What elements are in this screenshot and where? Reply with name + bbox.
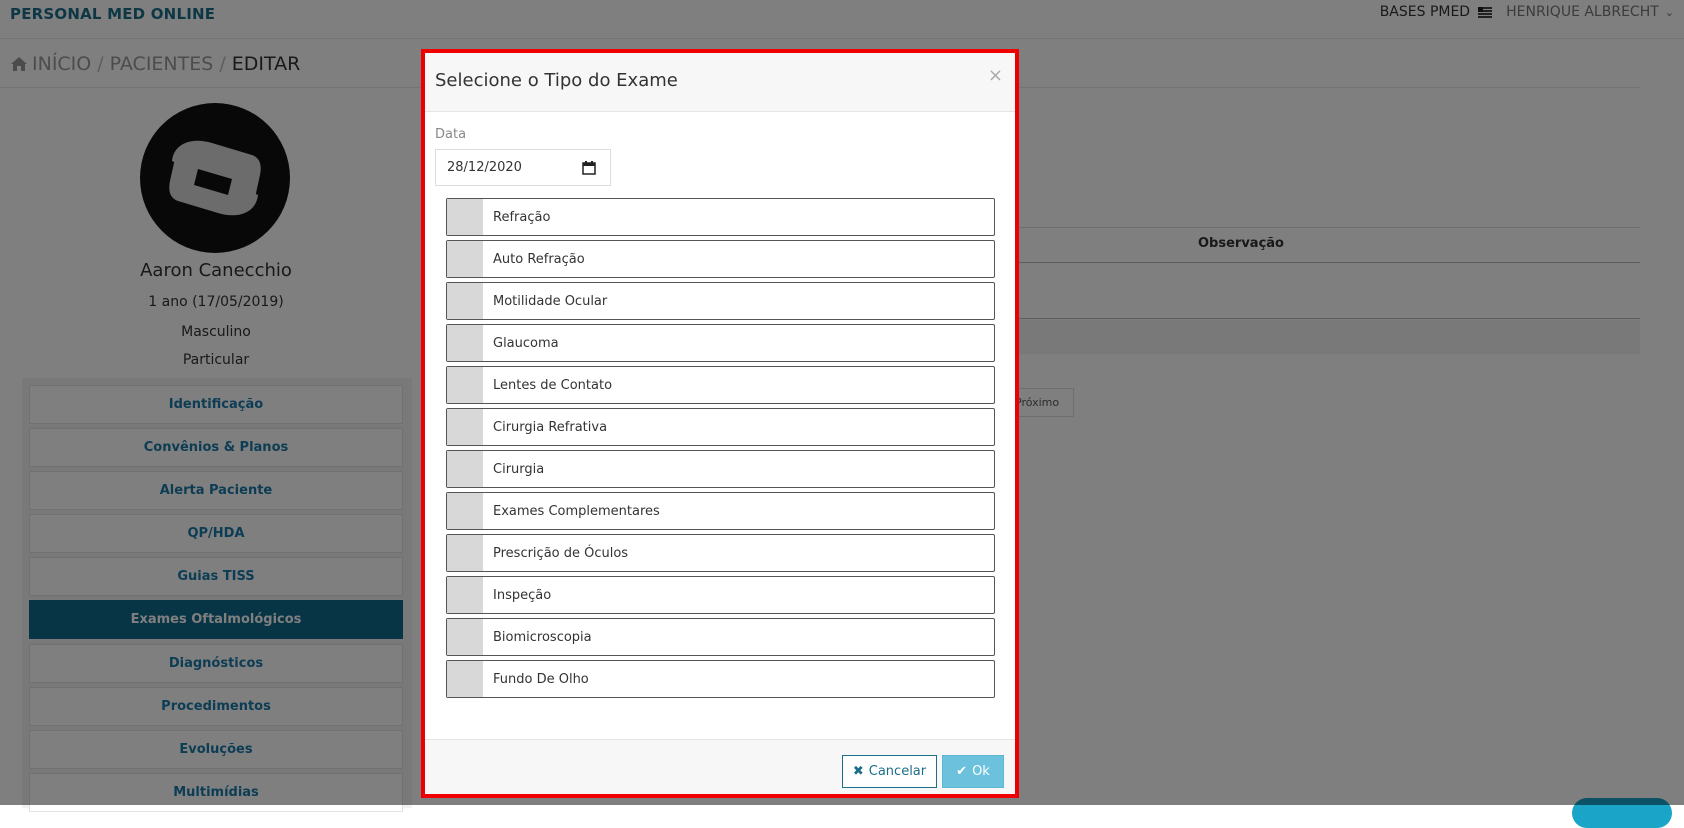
date-field[interactable]: 28/12/2020 (435, 149, 611, 186)
exam-type-label: Prescrição de Óculos (493, 545, 629, 561)
exam-type-label: Glaucoma (493, 335, 559, 351)
ok-button[interactable]: ✔ Ok (942, 755, 1004, 788)
toggle-switch[interactable] (447, 661, 483, 697)
toggle-switch[interactable] (447, 451, 483, 487)
calendar-icon[interactable] (582, 161, 596, 175)
date-value: 28/12/2020 (447, 160, 522, 175)
toggle-switch[interactable] (447, 199, 483, 235)
exam-type-option[interactable]: Prescrição de Óculos (446, 534, 995, 572)
check-icon: ✔ (956, 764, 968, 779)
exam-type-option[interactable]: Inspeção (446, 576, 995, 614)
toggle-switch[interactable] (447, 535, 483, 571)
exam-type-label: Exames Complementares (493, 503, 660, 519)
exam-type-label: Lentes de Contato (493, 377, 613, 393)
toggle-switch[interactable] (447, 493, 483, 529)
exam-type-label: Inspeção (493, 587, 552, 603)
exam-type-label: Motilidade Ocular (493, 293, 608, 309)
modal-title: Selecione o Tipo do Exame (435, 70, 678, 91)
cancel-button-label: Cancelar (868, 764, 927, 779)
exam-type-option[interactable]: Lentes de Contato (446, 366, 995, 404)
exam-type-label: Refração (493, 209, 551, 225)
exam-type-option[interactable]: Exames Complementares (446, 492, 995, 530)
exam-type-label: Cirurgia Refrativa (493, 419, 608, 435)
date-label: Data (435, 127, 467, 142)
toggle-switch[interactable] (447, 577, 483, 613)
exam-type-option[interactable]: Fundo De Olho (446, 660, 995, 698)
close-icon: ✖ (852, 764, 864, 779)
toggle-switch[interactable] (447, 619, 483, 655)
exam-type-option[interactable]: Auto Refração (446, 240, 995, 278)
exam-type-option[interactable]: Motilidade Ocular (446, 282, 995, 320)
exam-type-modal: Selecione o Tipo do Exame × Data 28/12/2… (421, 49, 1019, 798)
toggle-switch[interactable] (447, 241, 483, 277)
exam-type-option[interactable]: Cirurgia Refrativa (446, 408, 995, 446)
exam-type-option[interactable]: Cirurgia (446, 450, 995, 488)
ok-button-label: Ok (972, 764, 990, 779)
cancel-button[interactable]: ✖ Cancelar (842, 755, 937, 788)
toggle-switch[interactable] (447, 283, 483, 319)
exam-type-label: Auto Refração (493, 251, 585, 267)
toggle-switch[interactable] (447, 367, 483, 403)
exam-type-label: Cirurgia (493, 461, 545, 477)
exam-type-option[interactable]: Biomicroscopia (446, 618, 995, 656)
toggle-switch[interactable] (447, 409, 483, 445)
exam-type-option[interactable]: Refração (446, 198, 995, 236)
modal-header: Selecione o Tipo do Exame × (425, 53, 1015, 112)
exam-type-label: Fundo De Olho (493, 671, 589, 687)
modal-footer: ✖ Cancelar ✔ Ok (425, 739, 1015, 794)
exam-type-label: Biomicroscopia (493, 629, 592, 645)
close-icon[interactable]: × (988, 65, 1003, 86)
exam-type-option[interactable]: Glaucoma (446, 324, 995, 362)
toggle-switch[interactable] (447, 325, 483, 361)
